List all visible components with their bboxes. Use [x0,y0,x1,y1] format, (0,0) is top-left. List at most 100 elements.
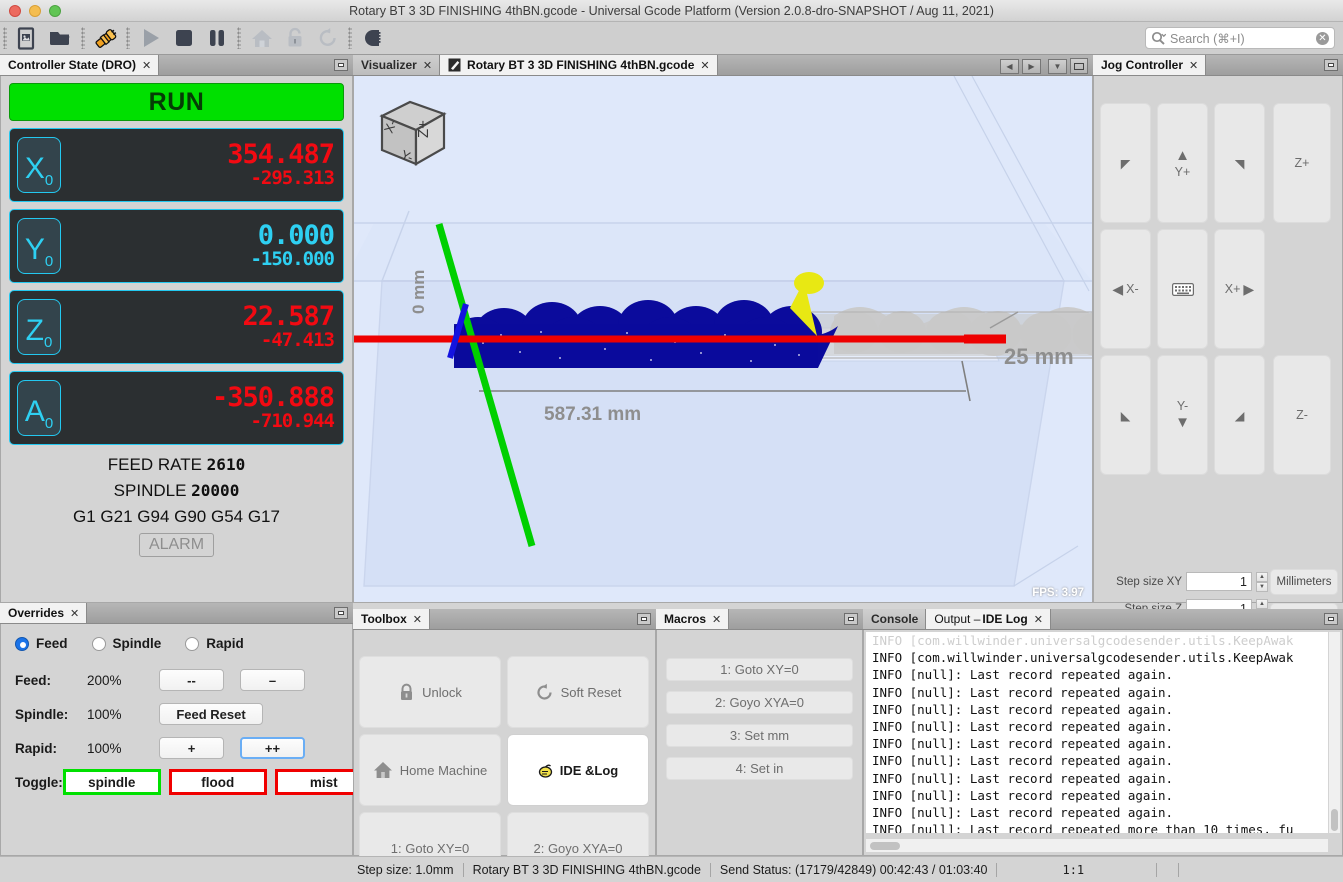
visualizer-panel: Visualizer ✕ Rotary BT 3 3D FINISHING 4t… [353,55,1093,603]
orientation-cube[interactable]: Z+ X- Y- [370,96,454,179]
close-icon[interactable]: ✕ [70,607,79,620]
unlock-button[interactable]: Unlock [359,656,501,728]
macro-button-4[interactable]: 4: Set in [666,757,853,780]
override-row-feed: Feed: 200% -- – [15,663,352,697]
close-icon[interactable]: ✕ [712,613,721,626]
jog-y-plus-button[interactable]: ▲ Y+ [1157,103,1208,223]
scrollbar-thumb[interactable] [870,842,900,850]
increase-fine-button[interactable]: + [159,737,224,759]
connect-plug-icon[interactable] [89,24,122,53]
step-size-xy-input[interactable] [1186,572,1252,591]
app-window: Rotary BT 3 3D FINISHING 4thBN.gcode - U… [0,0,1343,882]
log-text-area[interactable]: INFO [com.willwinder.universalgcodesende… [866,632,1328,833]
soft-reset-icon[interactable] [311,24,344,53]
increase-coarse-button[interactable]: ++ [240,737,305,759]
soft-reset-button[interactable]: Soft Reset [507,656,649,728]
spindle-label: SPINDLE [113,481,187,500]
scrollbar-thumb[interactable] [1331,809,1338,831]
decrease-coarse-button[interactable]: -- [159,669,224,691]
stop-icon[interactable] [167,24,200,53]
decrease-fine-button[interactable]: – [240,669,305,691]
jog-xy-down-left-button[interactable]: ◣ [1100,355,1151,475]
toggle-flood-button[interactable]: flood [168,769,267,795]
jog-x-plus-button[interactable]: X+ ▶ [1214,229,1265,349]
tab-label: Toolbox [361,612,407,626]
search-input[interactable]: Search (⌘+I) ✕ [1145,27,1335,49]
unlock-icon[interactable] [278,24,311,53]
axis-zero-button-a[interactable]: A0 [17,380,61,436]
feed-reset-button[interactable]: Feed Reset [159,703,263,725]
tab-macros[interactable]: Macros ✕ [656,609,730,629]
minimize-icon[interactable] [1324,613,1338,625]
clear-icon[interactable]: ✕ [1316,31,1329,45]
macro-button-2[interactable]: 2: Goyo XYA=0 [666,691,853,714]
radio-feed[interactable]: Feed [15,636,68,651]
minimize-icon[interactable] [637,613,651,625]
maximize-icon[interactable] [1070,58,1088,74]
override-row-rapid: Rapid: 100% + ++ [15,731,352,765]
visualizer-3d-canvas[interactable]: Z+ X- Y- 0 mm 25 mm 587.31 mm FPS: 3.97 [353,76,1093,603]
tab-console[interactable]: Console [863,609,927,629]
minimize-icon[interactable] [334,607,348,619]
tab-controller-state[interactable]: Controller State (DRO) ✕ [0,55,160,75]
toolpath-render [354,76,1092,587]
tab-overrides[interactable]: Overrides ✕ [0,603,88,623]
jog-xy-up-right-button[interactable]: ◥ [1214,103,1265,223]
new-file-icon[interactable] [11,24,44,53]
close-icon[interactable]: ✕ [142,59,151,72]
units-toggle-button[interactable]: Millimeters [1270,569,1338,595]
close-icon[interactable]: ✕ [700,59,709,72]
overrides-panel-body: Feed Spindle Rapid Feed: 200% -- – Spind… [0,624,373,856]
jog-keyboard-button[interactable] [1157,229,1208,349]
tab-label: Visualizer [361,58,417,72]
macro-icon[interactable] [356,24,389,53]
toggle-spindle-button[interactable]: spindle [62,769,161,795]
play-icon[interactable] [134,24,167,53]
jog-y-minus-button[interactable]: Y- ▼ [1157,355,1208,475]
tab-jog-controller[interactable]: Jog Controller ✕ [1093,55,1207,75]
radio-rapid[interactable]: Rapid [185,636,244,651]
close-icon[interactable]: ✕ [413,613,422,626]
step-size-xy-stepper[interactable]: ▲ ▼ [1256,571,1268,592]
dropdown-arrow-icon[interactable]: ▼ [1048,58,1067,74]
close-icon[interactable]: ✕ [423,59,432,72]
prev-arrow-icon[interactable]: ◀ [1000,58,1019,74]
tab-gcode-editor[interactable]: Rotary BT 3 3D FINISHING 4thBN.gcode ✕ [440,55,718,75]
alarm-button[interactable]: ALARM [138,533,215,557]
jog-xy-down-right-button[interactable]: ◢ [1214,355,1265,475]
log-line: INFO [null]: Last record repeated again. [872,684,1174,700]
next-arrow-icon[interactable]: ▶ [1022,58,1041,74]
pause-icon[interactable] [200,24,233,53]
jog-z-plus-button[interactable]: Z+ [1273,103,1331,223]
tab-visualizer[interactable]: Visualizer ✕ [353,55,441,75]
toolbox-panel-body: Unlock Soft Reset Home Machine IDE &Log … [353,630,656,882]
axis-zero-button-x[interactable]: X0 [17,137,61,193]
home-icon[interactable] [245,24,278,53]
minimize-icon[interactable] [844,613,858,625]
toolbar-grip[interactable] [3,27,7,49]
jog-z-minus-button[interactable]: Z- [1273,355,1331,475]
ide-log-button[interactable]: IDE &Log [507,734,649,806]
radio-spindle[interactable]: Spindle [91,636,161,651]
home-machine-button[interactable]: Home Machine [359,734,501,806]
close-icon[interactable]: ✕ [1034,613,1043,626]
macro-button-1[interactable]: 1: Goto XY=0 [666,658,853,681]
macro-button-3[interactable]: 3: Set mm [666,724,853,747]
close-icon[interactable]: ✕ [1189,59,1198,72]
feed-rate-line: FEED RATE 2610 [1,455,352,475]
axis-zero-button-z[interactable]: Z0 [17,299,61,355]
row-label: Toggle: [15,774,63,790]
open-folder-icon[interactable] [44,24,77,53]
axis-zero-button-y[interactable]: Y0 [17,218,61,274]
minimize-icon[interactable] [1324,59,1338,71]
button-label: Soft Reset [560,684,622,700]
jog-x-minus-button[interactable]: ◀ X- [1100,229,1151,349]
tab-ide-log[interactable]: Output – IDE Log ✕ [926,609,1051,629]
tab-toolbox[interactable]: Toolbox ✕ [353,609,430,629]
jog-xy-up-left-button[interactable]: ◤ [1100,103,1151,223]
vertical-scrollbar[interactable] [1329,632,1340,833]
minimize-icon[interactable] [334,59,348,71]
horizontal-scrollbar[interactable] [866,839,1328,852]
row-value: 100% [87,706,122,722]
tab-label: Jog Controller [1101,58,1184,72]
